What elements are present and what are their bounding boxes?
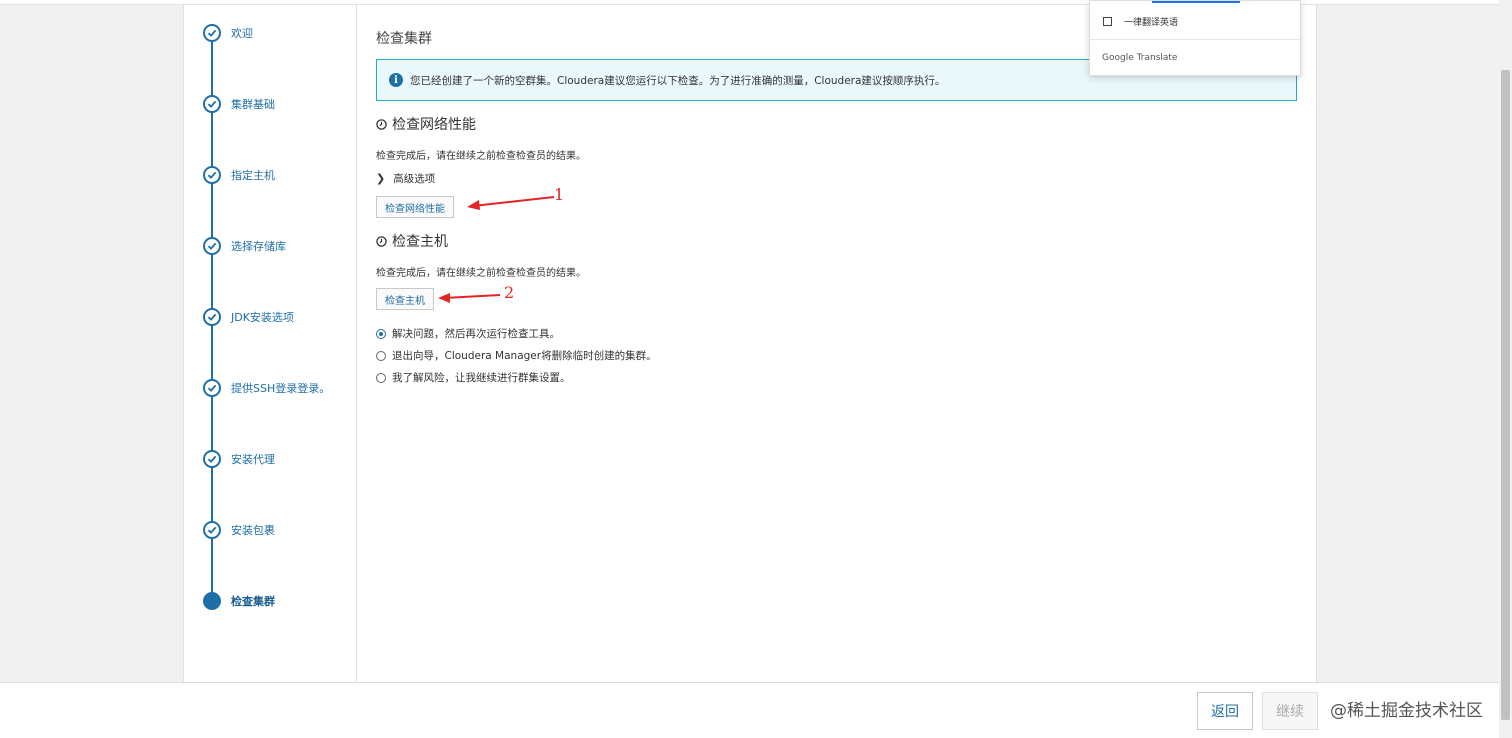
wizard-steps-sidebar: 欢迎 集群基础 指定主机 选择存储库 JDK安装选项 提供SSH登录登录。 安装… [184,5,357,682]
check-icon [203,521,221,539]
check-icon [203,308,221,326]
alert-text: 您已经创建了一个新的空群集。Cloudera建议您运行以下检查。为了进行准确的测… [410,74,946,87]
hosts-description: 检查完成后，请在继续之前检查检查员的结果。 [376,268,586,279]
page-title: 检查集群 [376,31,432,47]
step-label: 提供SSH登录登录。 [231,382,331,395]
checkbox-icon[interactable] [1103,17,1112,26]
option-label: 我了解风险，让我继续进行群集设置。 [392,372,571,384]
annotation-arrow-1 [472,196,555,207]
clock-icon [376,235,387,247]
footer-bar: 返回 继续 @稀土掘金技术社区 [0,682,1512,738]
option-resolve-issues[interactable]: 解决问题，然后再次运行检查工具。 [376,326,560,341]
google-translate-popup: 一律翻译英语 Google Translate [1089,0,1301,76]
step-welcome[interactable]: 欢迎 [203,24,253,42]
step-label: JDK安装选项 [231,311,294,324]
popup-divider [1090,39,1300,40]
check-icon [203,24,221,42]
option-label: 退出向导，Cloudera Manager将删除临时创建的集群。 [392,350,657,362]
step-ssh-login[interactable]: 提供SSH登录登录。 [203,379,330,397]
hosts-section-title: 检查主机 [376,231,448,251]
step-inspect-cluster[interactable]: 检查集群 [203,592,275,610]
section-title-text: 检查网络性能 [392,117,476,133]
advanced-options-toggle[interactable]: ❯ 高级选项 [376,171,435,186]
info-icon: i [389,73,403,87]
always-translate-label: 一律翻译英语 [1124,18,1179,28]
step-label: 欢迎 [231,27,253,40]
wizard-container: 欢迎 集群基础 指定主机 选择存储库 JDK安装选项 提供SSH登录登录。 安装… [183,5,1317,682]
step-label: 指定主机 [231,169,275,182]
annotation-number-2: 2 [504,283,515,302]
google-translate-brand: Google Translate [1102,53,1178,63]
popup-tab-indicator [1152,1,1240,3]
step-label: 选择存储库 [231,240,286,253]
step-install-parcels[interactable]: 安装包裹 [203,521,275,539]
annotation-arrowhead-2 [438,293,450,303]
check-icon [203,237,221,255]
step-install-agents[interactable]: 安装代理 [203,450,275,468]
check-icon [203,95,221,113]
continue-button[interactable]: 继续 [1262,692,1318,730]
inspect-hosts-button[interactable]: 检查主机 [376,288,434,310]
current-step-dot-icon [203,592,221,610]
watermark: @稀土掘金技术社区 [1330,701,1483,721]
annotation-arrow-2 [443,294,501,299]
check-icon [203,450,221,468]
annotation-number-1: 1 [554,185,565,204]
annotation-arrowhead-1 [467,200,480,210]
radio-unchecked[interactable] [376,372,386,383]
scrollbar-thumb[interactable] [1501,70,1510,720]
check-icon [203,166,221,184]
option-exit-wizard[interactable]: 退出向导，Cloudera Manager将删除临时创建的集群。 [376,348,657,363]
page-scrollbar[interactable] [1499,0,1512,738]
network-description: 检查完成后，请在继续之前检查检查员的结果。 [376,151,586,162]
back-button[interactable]: 返回 [1197,692,1253,730]
step-label: 检查集群 [231,595,275,608]
advanced-options-label: 高级选项 [393,173,436,185]
chevron-right-icon: ❯ [376,172,386,185]
radio-unchecked[interactable] [376,350,386,361]
step-jdk-options[interactable]: JDK安装选项 [203,308,294,326]
step-label: 安装代理 [231,453,275,466]
step-label: 集群基础 [231,98,275,111]
always-translate-option[interactable]: 一律翻译英语 [1103,15,1178,28]
step-label: 安装包裹 [231,524,275,537]
section-title-text: 检查主机 [392,234,448,250]
main-content: 检查集群 i 您已经创建了一个新的空群集。Cloudera建议您运行以下检查。为… [376,5,1316,682]
step-select-repository[interactable]: 选择存储库 [203,237,286,255]
radio-checked[interactable] [376,328,386,339]
option-accept-risk[interactable]: 我了解风险，让我继续进行群集设置。 [376,370,571,385]
check-icon [203,379,221,397]
clock-icon [376,118,387,130]
step-specify-hosts[interactable]: 指定主机 [203,166,275,184]
option-label: 解决问题，然后再次运行检查工具。 [392,328,560,340]
inspect-network-button[interactable]: 检查网络性能 [376,196,454,218]
network-section-title: 检查网络性能 [376,114,476,134]
step-cluster-basics[interactable]: 集群基础 [203,95,275,113]
